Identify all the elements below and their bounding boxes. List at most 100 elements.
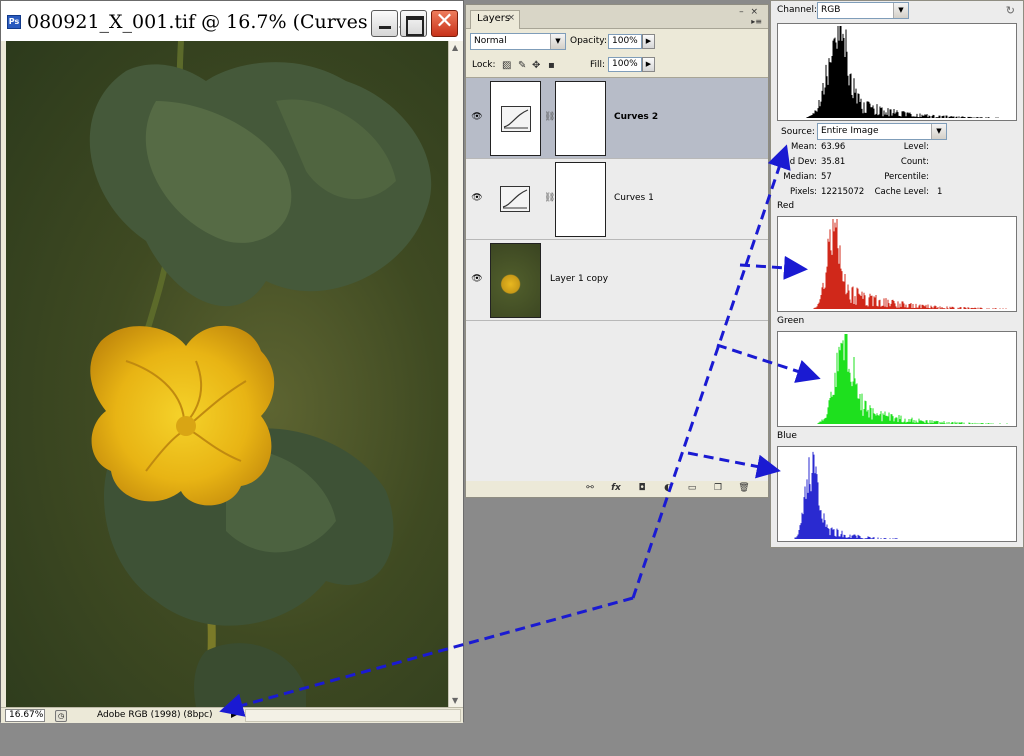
layer-name: Curves 1 — [614, 193, 654, 203]
link-layers-icon[interactable]: ⚯ — [584, 483, 596, 494]
opacity-slider-arrow-icon[interactable]: ▶ — [642, 34, 655, 49]
new-layer-icon[interactable]: ❐ — [712, 483, 724, 494]
blend-mode-value: Normal — [474, 36, 507, 46]
chevron-down-icon[interactable]: ▼ — [550, 34, 565, 49]
stat-level-label: Level: — [903, 142, 929, 152]
stat-cache-level-label: Cache Level: — [874, 187, 929, 197]
lock-transparent-icon[interactable]: ▨ — [502, 60, 511, 71]
image-thumbnail[interactable] — [490, 243, 541, 318]
histogram-composite — [777, 23, 1017, 121]
adjustment-layer-icon[interactable]: ◐ — [662, 483, 674, 494]
maximize-button[interactable] — [400, 10, 427, 37]
histogram-red-graph — [813, 219, 1007, 309]
stat-count-label: Count: — [900, 157, 929, 167]
stat-cache-level-value: 1 — [937, 187, 943, 197]
trash-icon[interactable]: 🗑 — [738, 483, 750, 494]
stat-pixels-value: 12215072 — [821, 187, 865, 197]
opacity-label: Opacity: — [570, 36, 607, 46]
stat-mean-value: 63.96 — [821, 142, 846, 152]
photoshop-app-icon: Ps — [7, 15, 21, 29]
tab-layers-label: Layers — [477, 13, 511, 24]
mask-thumbnail[interactable] — [555, 81, 606, 156]
histogram-red — [777, 216, 1017, 312]
visibility-eye-icon[interactable]: 👁 — [471, 274, 483, 284]
source-select[interactable]: Entire Image ▼ — [817, 123, 947, 140]
status-info-icon[interactable]: ◷ — [55, 710, 67, 722]
layers-footer-toolbar: ⚯ fx ◘ ◐ ▭ ❐ 🗑 — [466, 481, 768, 497]
stat-percentile-label: Percentile: — [884, 172, 929, 182]
layer-row-curves-2[interactable]: 👁 ⛓ Curves 2 — [466, 78, 768, 159]
opacity-input[interactable]: 100% — [608, 34, 642, 49]
refresh-icon[interactable]: ↻ — [1006, 4, 1015, 17]
document-window: Ps 080921_X_001.tif @ 16.7% (Curves 2...… — [0, 0, 464, 723]
channel-label: Channel: — [777, 5, 817, 15]
fx-icon[interactable]: fx — [610, 483, 622, 494]
flower-photo — [89, 41, 432, 707]
close-button[interactable]: ✕ — [431, 9, 458, 37]
horizontal-scrollbar[interactable] — [245, 709, 461, 722]
stat-pixels-label: Pixels: — [790, 187, 817, 197]
document-title-bar[interactable]: Ps 080921_X_001.tif @ 16.7% (Curves 2...… — [1, 1, 463, 41]
curves-icon — [500, 186, 530, 212]
fill-slider-arrow-icon[interactable]: ▶ — [642, 57, 655, 72]
histogram-blue — [777, 446, 1017, 542]
source-value: Entire Image — [821, 126, 879, 136]
histogram-composite-graph — [806, 26, 999, 118]
tab-layers[interactable]: Layers × — [470, 10, 520, 29]
stat-mean-label: Mean: — [790, 142, 817, 152]
fill-label: Fill: — [590, 60, 606, 70]
add-mask-icon[interactable]: ◘ — [636, 483, 648, 494]
stat-stddev-label: d Dev: — [789, 157, 817, 167]
link-chain-icon[interactable]: ⛓ — [544, 112, 555, 122]
new-group-icon[interactable]: ▭ — [686, 483, 698, 494]
tab-close-icon[interactable]: × — [507, 13, 515, 23]
channel-select[interactable]: RGB ▼ — [817, 2, 909, 19]
layer-name: Curves 2 — [614, 112, 659, 122]
chevron-down-icon[interactable]: ▼ — [931, 124, 946, 139]
fill-input[interactable]: 100% — [608, 57, 642, 72]
adjustment-thumbnail[interactable] — [490, 81, 541, 156]
status-bar: 16.67% ◷ Adobe RGB (1998) (8bpc) ▶ — [1, 707, 463, 723]
lock-position-icon[interactable]: ✥ — [532, 60, 540, 71]
panel-menu-icon[interactable]: ▸≡ — [751, 17, 762, 26]
lock-label: Lock: — [472, 60, 496, 70]
close-icon: ✕ — [435, 9, 454, 34]
scroll-up-icon[interactable]: ▲ — [452, 43, 458, 52]
stat-stddev-value: 35.81 — [821, 157, 846, 167]
visibility-eye-icon[interactable]: 👁 — [471, 193, 483, 203]
histogram-green — [777, 331, 1017, 427]
zoom-level-field[interactable]: 16.67% — [5, 709, 45, 722]
layer-row-layer-1-copy[interactable]: 👁 Layer 1 copy — [466, 240, 768, 321]
stat-median-value: 57 — [821, 172, 832, 182]
color-profile-text: Adobe RGB (1998) (8bpc) — [97, 710, 213, 720]
link-chain-icon[interactable]: ⛓ — [544, 193, 555, 203]
scroll-down-icon[interactable]: ▼ — [452, 696, 458, 705]
visibility-eye-icon[interactable]: 👁 — [471, 112, 483, 122]
panel-collapse-icon[interactable]: – × — [739, 7, 760, 17]
minimize-button[interactable] — [371, 10, 398, 37]
histogram-panel: Channel: RGB ▼ ↻ Source: Entire Image ▼ … — [770, 0, 1024, 548]
red-channel-label: Red — [777, 201, 795, 211]
adjustment-thumbnail[interactable] — [490, 162, 541, 237]
layer-row-curves-1[interactable]: 👁 ⛓ Curves 1 — [466, 159, 768, 240]
histogram-green-graph — [817, 334, 1008, 424]
lock-paint-icon[interactable]: ✎ — [518, 60, 526, 71]
blend-mode-select[interactable]: Normal ▼ — [470, 33, 566, 50]
layers-tab-bar: Layers × – × ▸≡ — [466, 5, 768, 29]
vertical-scrollbar[interactable]: ▲ ▼ — [448, 41, 463, 707]
layer-name: Layer 1 copy — [550, 274, 609, 284]
curves-icon — [501, 106, 531, 132]
layer-list: 👁 ⛓ Curves 2 👁 ⛓ Curves 1 👁 Layer 1 copy — [466, 77, 768, 481]
status-menu-arrow-icon[interactable]: ▶ — [231, 710, 241, 721]
lock-all-icon[interactable]: ▪ — [548, 60, 555, 71]
source-label: Source: — [781, 127, 815, 137]
histogram-blue-graph — [794, 451, 898, 539]
blue-channel-label: Blue — [777, 431, 797, 441]
mask-thumbnail[interactable] — [555, 162, 606, 237]
chevron-down-icon[interactable]: ▼ — [893, 3, 908, 18]
image-canvas[interactable] — [6, 41, 448, 707]
document-title: 080921_X_001.tif @ 16.7% (Curves 2... — [27, 11, 404, 33]
green-channel-label: Green — [777, 316, 805, 326]
stat-median-label: Median: — [783, 172, 817, 182]
layers-panel: Layers × – × ▸≡ Normal ▼ Opacity: 100% ▶… — [465, 4, 769, 498]
